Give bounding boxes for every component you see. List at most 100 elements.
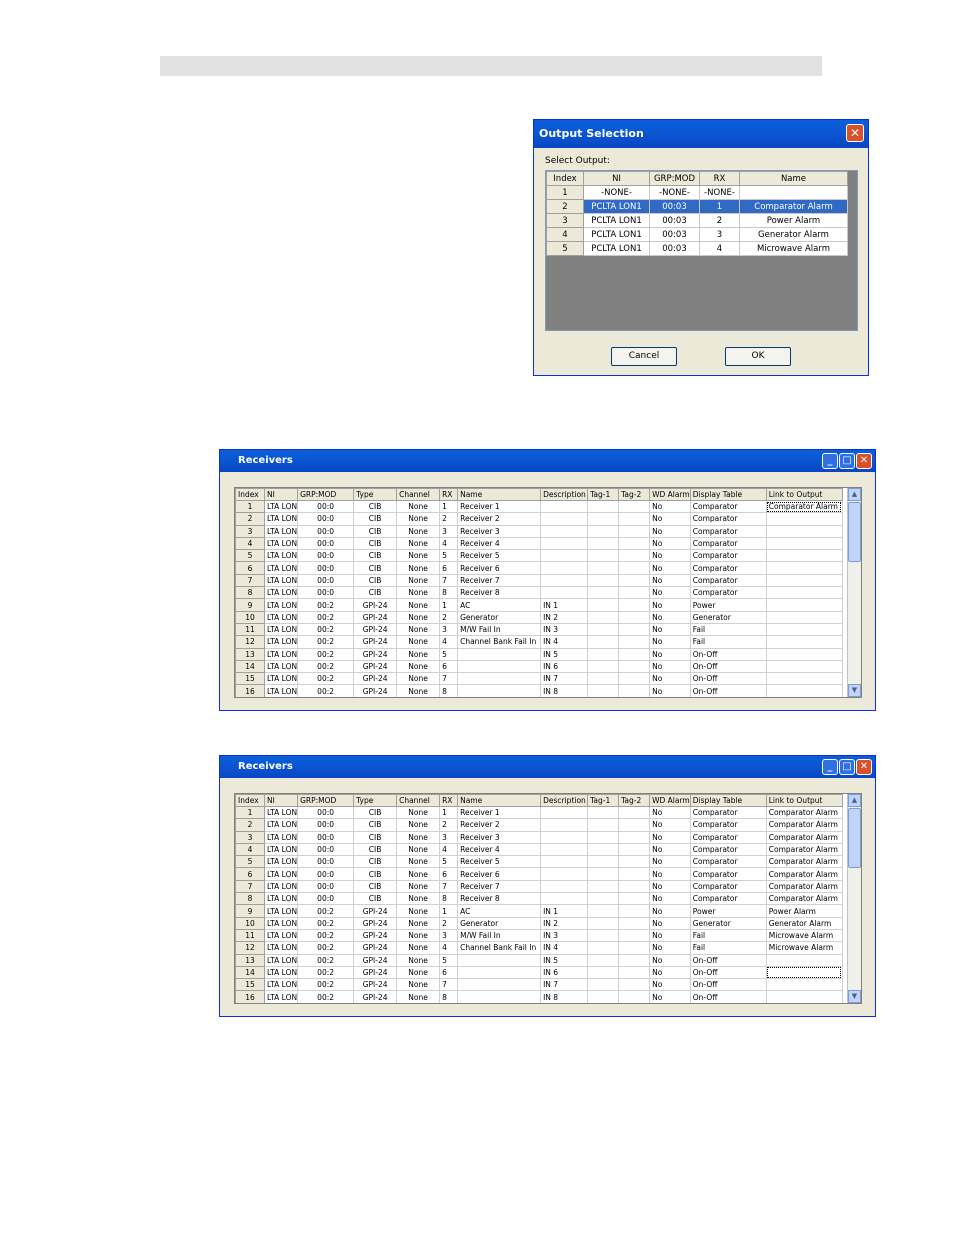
table-cell[interactable]: 7 (439, 978, 459, 992)
table-cell[interactable]: -NONE- (699, 185, 740, 200)
table-cell[interactable] (765, 659, 843, 674)
table-cell[interactable]: No (649, 512, 691, 526)
column-header[interactable]: WD Alarm (649, 488, 691, 501)
table-cell[interactable]: LTA LON (263, 855, 299, 869)
column-header[interactable]: Index (546, 171, 584, 186)
table-cell[interactable] (618, 916, 651, 930)
table-cell[interactable] (540, 512, 589, 526)
table-cell[interactable]: CIB (353, 879, 398, 894)
column-header[interactable]: Index (235, 488, 265, 501)
table-cell[interactable]: On-Off (689, 684, 767, 697)
column-header[interactable]: Type (353, 488, 398, 501)
table-row[interactable]: 5 PCLTA LON1 00:03 4 Microwave Alarm (546, 241, 848, 256)
table-cell[interactable]: Comparator (689, 561, 767, 575)
table-cell[interactable]: 00:2 (297, 904, 355, 918)
table-cell[interactable]: Receiver 4 (457, 842, 542, 857)
table-cell[interactable]: CIB (353, 512, 398, 526)
table-cell[interactable]: Receiver 3 (457, 830, 542, 844)
table-cell[interactable]: Comparator (689, 867, 767, 881)
table-cell[interactable]: CIB (353, 855, 398, 869)
table-cell[interactable] (457, 659, 542, 674)
scrollbar-thumb[interactable] (848, 808, 861, 868)
table-cell[interactable]: 6 (439, 561, 459, 575)
table-cell[interactable]: IN 8 (540, 684, 589, 697)
table-cell[interactable]: No (649, 549, 691, 563)
table-row[interactable]: 8 LTA LON 00:0 CIB None 8 Receiver 8 No Comparat… (235, 892, 843, 906)
table-cell[interactable]: PCLTA LON1 (583, 199, 650, 214)
table-cell[interactable]: On-Off (689, 647, 767, 661)
table-cell[interactable]: Comparator (689, 536, 767, 551)
table-cell[interactable]: 6 (439, 659, 459, 674)
table-cell[interactable] (765, 978, 843, 992)
table-row[interactable]: 7 LTA LON 00:0 CIB None 7 Receiver 7 No Comparat… (235, 573, 843, 588)
table-cell[interactable]: None (396, 879, 441, 894)
table-cell[interactable]: 00:0 (297, 512, 355, 526)
table-cell[interactable]: LTA LON (263, 965, 299, 980)
table-cell[interactable]: 7 (439, 879, 459, 894)
table-cell[interactable] (587, 842, 620, 857)
table-cell[interactable]: 4 (699, 241, 740, 256)
table-cell[interactable]: Comparator (689, 879, 767, 894)
table-cell[interactable] (587, 549, 620, 563)
table-cell[interactable]: CIB (353, 573, 398, 588)
table-cell[interactable] (587, 512, 620, 526)
table-cell[interactable] (618, 610, 651, 624)
table-cell[interactable]: PCLTA LON1 (583, 213, 650, 228)
table-cell[interactable]: LTA LON (263, 684, 299, 697)
table-cell[interactable]: On-Off (689, 659, 767, 674)
table-row[interactable]: 1 -NONE- -NONE- -NONE- (546, 185, 848, 200)
table-cell[interactable]: CIB (353, 524, 398, 538)
table-cell[interactable]: 00:0 (297, 867, 355, 881)
table-row[interactable]: 15 LTA LON 00:2 GPI-24 None 7 IN 7 No On-Off (235, 672, 843, 686)
table-cell[interactable]: Power (689, 598, 767, 612)
table-cell[interactable] (587, 941, 620, 955)
table-cell[interactable]: 7 (439, 573, 459, 588)
table-cell[interactable] (587, 536, 620, 551)
table-cell[interactable] (540, 818, 589, 832)
close-icon[interactable]: ✕ (846, 124, 864, 142)
table-cell[interactable] (587, 635, 620, 649)
table-cell[interactable]: No (649, 941, 691, 955)
table-cell[interactable]: Generator (689, 916, 767, 930)
table-cell[interactable]: LTA LON (263, 549, 299, 563)
table-row[interactable]: 4 LTA LON 00:0 CIB None 4 Receiver 4 No Comparat… (235, 536, 843, 551)
table-cell[interactable]: 00:03 (649, 199, 700, 214)
table-cell[interactable]: No (649, 965, 691, 980)
table-cell[interactable]: AC (457, 598, 542, 612)
table-cell[interactable]: IN 1 (540, 904, 589, 918)
table-cell[interactable] (618, 635, 651, 649)
table-cell[interactable] (587, 830, 620, 844)
table-cell[interactable]: 00:0 (297, 842, 355, 857)
table-cell[interactable]: CIB (353, 549, 398, 563)
table-row[interactable]: 16 LTA LON 00:2 GPI-24 None 8 IN 8 No On-Off (235, 684, 843, 697)
table-cell[interactable]: Comparator Alarm (765, 892, 843, 906)
scroll-down-icon[interactable]: ▼ (848, 684, 861, 697)
table-cell[interactable]: None (396, 659, 441, 674)
table-cell[interactable]: LTA LON (263, 561, 299, 575)
table-cell[interactable]: M/W Fail In (457, 622, 542, 637)
vertical-scrollbar[interactable]: ▲ ▼ (847, 794, 861, 1003)
table-cell[interactable]: Comparator (689, 855, 767, 869)
column-header[interactable]: Type (353, 794, 398, 807)
table-row[interactable]: 3 LTA LON 00:0 CIB None 3 Receiver 3 No Comparat… (235, 524, 843, 538)
table-cell[interactable]: IN 4 (540, 635, 589, 649)
table-cell[interactable]: Fail (689, 941, 767, 955)
table-cell[interactable]: Power Alarm (739, 213, 848, 228)
table-cell[interactable]: 5 (439, 953, 459, 967)
table-cell[interactable]: CIB (353, 805, 398, 820)
table-cell[interactable]: Comparator Alarm (765, 867, 843, 881)
column-header[interactable]: GRP:MOD (297, 488, 355, 501)
column-header[interactable]: Display Table (689, 488, 767, 501)
table-cell[interactable]: Comparator Alarm (765, 879, 843, 894)
table-row[interactable]: 2 PCLTA LON1 00:03 1 Comparator Alarm (546, 199, 848, 214)
column-header[interactable]: Display Table (689, 794, 767, 807)
column-header[interactable]: Tag-2 (618, 794, 651, 807)
table-cell[interactable]: No (649, 892, 691, 906)
column-header[interactable]: Description (540, 794, 589, 807)
table-cell[interactable]: 00:2 (297, 928, 355, 943)
table-cell[interactable] (457, 684, 542, 697)
table-cell[interactable]: 6 (439, 965, 459, 980)
table-row[interactable]: 11 LTA LON 00:2 GPI-24 None 3 M/W Fail In IN 3 N… (235, 622, 843, 637)
table-cell[interactable]: No (649, 622, 691, 637)
table-cell[interactable]: Receiver 5 (457, 855, 542, 869)
